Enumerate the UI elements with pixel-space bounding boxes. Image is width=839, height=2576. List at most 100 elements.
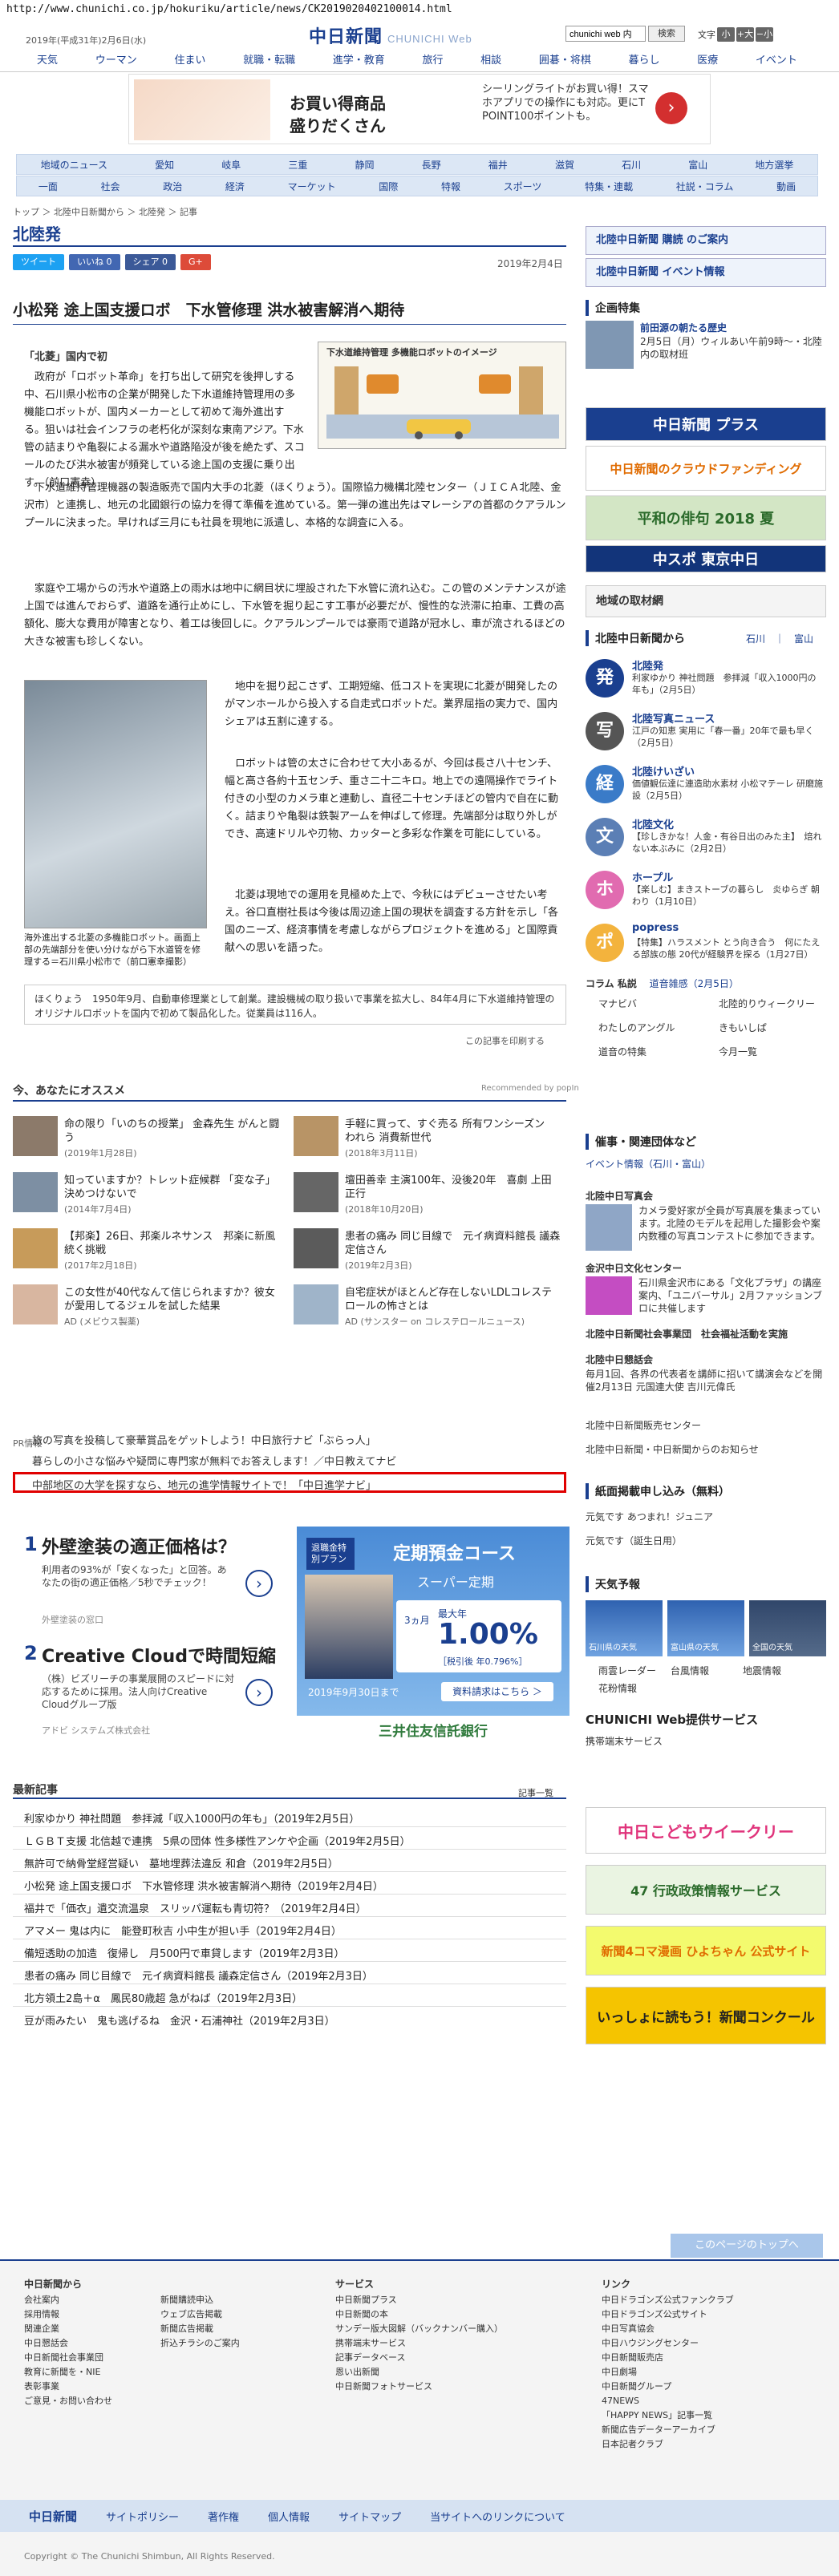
footer-link[interactable]: 会社案内 [24, 2293, 168, 2307]
nav-item[interactable]: ウーマン [91, 51, 142, 71]
nav-item[interactable]: イベント [751, 51, 802, 71]
event-title[interactable]: 北陸中日懇話会 [586, 1353, 826, 1366]
prefecture-links[interactable]: 石川 ｜ 富山 [746, 632, 813, 645]
region-nav-item[interactable]: 静岡 [355, 158, 375, 172]
hokuriku-news-row[interactable]: ポ popress 【特集】ハラスメント とう向き合う 何にたえる部族の態 20… [586, 920, 826, 969]
footer-link[interactable]: 新聞広告掲載 [160, 2322, 305, 2336]
heiwa-haiku-banner[interactable]: 平和の俳句 2018 夏 [586, 495, 826, 540]
recommend-provider[interactable]: Recommended by popIn [481, 1084, 579, 1093]
pr-link[interactable]: 旅の写真を投稿して豪華賞品をゲットしよう！中日旅行ナビ「ぶらっ人」 [32, 1432, 376, 1447]
recommend-item[interactable]: この女性が40代なんて信じられますか？彼女が愛用してるジェルを試した結果 AD … [13, 1281, 286, 1331]
robot-diagram[interactable]: 下水道維持管理 多機能ロボットのイメージ [318, 342, 566, 449]
region-nav-item[interactable]: 富山 [688, 158, 707, 172]
region-nav-item[interactable]: 岐阜 [221, 158, 241, 172]
hokuriku-news-row[interactable]: ホ ホープル 【楽しむ】まきストーブの暮らし 炎ゆらぎ 朝わり（1月10日） [586, 867, 826, 916]
footer-link[interactable]: 採用情報 [24, 2307, 168, 2322]
footer-link[interactable]: 表彰事業 [24, 2380, 168, 2394]
koukoku-link[interactable]: 元気です あつまれ！ジュニア [586, 1510, 826, 1523]
weather-japan[interactable]: 全国の天気 [749, 1600, 826, 1656]
category-nav-item[interactable]: 社会 [101, 180, 120, 193]
weather-ishikawa[interactable]: 石川県の天気 [586, 1600, 663, 1656]
crowdfunding-banner[interactable]: 中日新聞のクラウドファンディング [586, 446, 826, 491]
region-nav-item[interactable]: 愛知 [155, 158, 174, 172]
category-nav-item[interactable]: 社説・コラム [676, 180, 734, 193]
chuspo-banner[interactable]: 中スポ 東京中日 [586, 545, 826, 572]
latest-item[interactable]: 無許可で納骨堂経営疑い 墓地埋葬法違反 和倉（2019年2月5日） [24, 1855, 338, 1870]
gyosei-service-banner[interactable]: 47 行政政策情報サービス [586, 1865, 826, 1915]
nie-contest-banner[interactable]: いっしょに読もう！新聞コンクール [586, 1987, 826, 2044]
mini-link[interactable]: 今月一覧 [719, 1045, 757, 1058]
latest-item[interactable]: 福井で「価衣」遺交流温泉 スリッパ運転も青切符？（2019年2月4日） [24, 1900, 367, 1915]
region-nav-item[interactable]: 石川 [622, 158, 641, 172]
latest-item[interactable]: 利家ゆかり 神社問題 参拝減「収入1000円の年も」（2019年2月5日） [24, 1810, 359, 1826]
event-title[interactable]: 北陸中日写真会 [586, 1190, 826, 1203]
print-link[interactable]: この記事を印刷する [465, 1034, 545, 1047]
mini-link[interactable]: 北陸的りウィークリー [719, 997, 815, 1010]
weather-link[interactable]: 花粉情報 [598, 1682, 637, 1695]
latest-item[interactable]: ＬＧＢＴ支援 北信越で連携 5県の団体 性多様性アンケや企画（2019年2月5日… [24, 1833, 411, 1848]
category-nav-item[interactable]: マーケット [288, 180, 336, 193]
hokuriku-news-row[interactable]: 写 北陸写真ニュース 江戸の知恵 実用に「春一番」20年で最も早く（2月5日） [586, 709, 826, 757]
footer-link[interactable]: 関連企業 [24, 2322, 168, 2336]
latest-item[interactable]: アマメー 鬼は内に 能登町秋吉 小中生が担い手（2019年2月4日） [24, 1923, 342, 1938]
category-nav-item[interactable]: 動画 [776, 180, 796, 193]
footer-logo[interactable]: 中日新聞 [29, 2508, 77, 2525]
weather-link[interactable]: 雨雲レーダー [598, 1664, 656, 1677]
nav-item[interactable]: 進学・教育 [328, 51, 390, 71]
breadcrumb[interactable]: トップ ＞ 北陸中日新聞から ＞ 北陸発 ＞ 記事 [13, 205, 197, 218]
footer-link[interactable]: 日本記者クラブ [602, 2437, 818, 2452]
hiyochan-banner[interactable]: 新聞4コマ漫画 ひよちゃん 公式サイト [586, 1926, 826, 1975]
back-to-top-button[interactable]: このページのトップへ [671, 2234, 823, 2258]
subscribe-button[interactable]: 北陸中日新聞 購読 のご案内 [586, 226, 826, 255]
nav-item[interactable]: 就職・転職 [238, 51, 300, 71]
region-nav-item[interactable]: 長野 [422, 158, 441, 172]
latest-item[interactable]: 北方領土2島＋α 鳳民80歳超 急がねば（2019年2月3日） [24, 1990, 302, 2005]
recommend-item[interactable]: 【邦楽】26日、邦楽ルネサンス 邦楽に新風 統く挑戦 (2017年2月18日) [13, 1225, 286, 1275]
search-input[interactable] [565, 26, 646, 42]
footer-link[interactable]: 47NEWS [602, 2394, 818, 2408]
web-service-link[interactable]: 携帯端末サービス [586, 1735, 826, 1748]
footer-link[interactable]: 中日ドラゴンズ公式ファンクラブ [602, 2293, 818, 2307]
nav-item[interactable]: 相談 [476, 51, 506, 71]
pr-link[interactable]: 中部地区の大学を探すなら、地元の進学情報サイトで！「中日進学ナビ」 [32, 1477, 376, 1492]
event-link[interactable]: 北陸中日新聞販売センター [586, 1419, 826, 1432]
region-nav-item[interactable]: 地域のニュース [41, 158, 107, 172]
footer-link[interactable]: 中日懇話会 [24, 2336, 168, 2351]
footer-link[interactable]: 中日写真協会 [602, 2322, 818, 2336]
latest-item[interactable]: 豆が雨みたい 鬼も逃げるね 金沢・石浦神社（2019年2月3日） [24, 2012, 335, 2028]
nav-item[interactable]: 医療 [692, 51, 723, 71]
font-minus-button[interactable]: −小 [756, 27, 773, 42]
event-info-button[interactable]: 北陸中日新聞 イベント情報 [586, 258, 826, 287]
region-nav-item[interactable]: 福井 [488, 158, 508, 172]
event-title[interactable]: 北陸中日新聞社会事業団 社会福祉活動を実施 [586, 1328, 826, 1341]
hokuriku-news-row[interactable]: 経 北陸けいざい 価値観伝達に連造助水素材 小松マテーレ 研磨施設（2月5日） [586, 762, 826, 810]
footer-link[interactable]: 中日ドラゴンズ公式サイト [602, 2307, 818, 2322]
ad-painting[interactable]: 1 外壁塗装の適正価格は？ 利用者の93%が「安くなった」と回答。あなたの街の適… [24, 1531, 281, 1636]
ad-creative-cloud[interactable]: 2 Creative Cloudで時間短縮 （株）ビズリーチの事業展開のスピード… [24, 1640, 281, 1745]
bank-ad[interactable]: 退職金特別プラン 定期預金コース スーパー定期 3ヵ月 最大年 1.00% ［税… [297, 1527, 569, 1748]
latest-item[interactable]: 小松発 途上国支援ロボ 下水管修理 洪水被害解消へ期待（2019年2月4日） [24, 1878, 383, 1893]
footer-link[interactable]: 「HAPPY NEWS」記事一覧 [602, 2408, 818, 2423]
footer-link[interactable]: ウェブ広告掲載 [160, 2307, 305, 2322]
robot-photo[interactable] [24, 680, 207, 928]
footer-link[interactable]: 恩い出新聞 [335, 2365, 544, 2380]
category-nav-item[interactable]: 特報 [441, 180, 460, 193]
hokuriku-news-row[interactable]: 発 北陸発 利家ゆかり 神社問題 参拝減「収入1000円の年も」（2月5日） [586, 656, 826, 704]
recommend-item[interactable]: 知っていますか？トレット症候群 「変な子」決めつけないで (2014年7月4日) [13, 1169, 286, 1219]
category-nav-item[interactable]: スポーツ [504, 180, 542, 193]
chevron-right-icon[interactable]: › [245, 1570, 273, 1597]
mini-link[interactable]: きもいしぱ [719, 1021, 767, 1034]
footer-link[interactable]: 中日新聞社会事業団 [24, 2351, 168, 2365]
address-bar[interactable]: http://www.chunichi.co.jp/hokuriku/artic… [0, 0, 839, 18]
hokuriku-news-row[interactable]: 文 北陸文化 【珍しきかな！人金・有谷日出のみた主】 焙れない本ぶみに（2月2日… [586, 815, 826, 863]
column-row[interactable]: コラム 私説 道音雑感（2月5日） [586, 977, 826, 990]
recommend-item[interactable]: 患者の痛み 同じ目線で 元イ病資料館長 議森定信さん (2019年2月3日) [294, 1225, 566, 1275]
event-sub-link[interactable]: イベント情報（石川・富山） [586, 1158, 826, 1171]
top-ad-banner[interactable]: お買い得商品 盛りだくさん シーリングライトがお買い得！スマホアプリでの操作にも… [128, 74, 711, 144]
region-nav-item[interactable]: 地方選挙 [755, 158, 793, 172]
category-nav-item[interactable]: 政治 [163, 180, 182, 193]
region-nav-item[interactable]: 三重 [288, 158, 307, 172]
category-nav-item[interactable]: 国際 [379, 180, 398, 193]
weather-link[interactable]: 地震情報 [743, 1664, 781, 1677]
recommend-item[interactable]: 手軽に買って、すぐ売る 所有ワンシーズン われら 消費新世代 (2018年3月1… [294, 1113, 566, 1163]
